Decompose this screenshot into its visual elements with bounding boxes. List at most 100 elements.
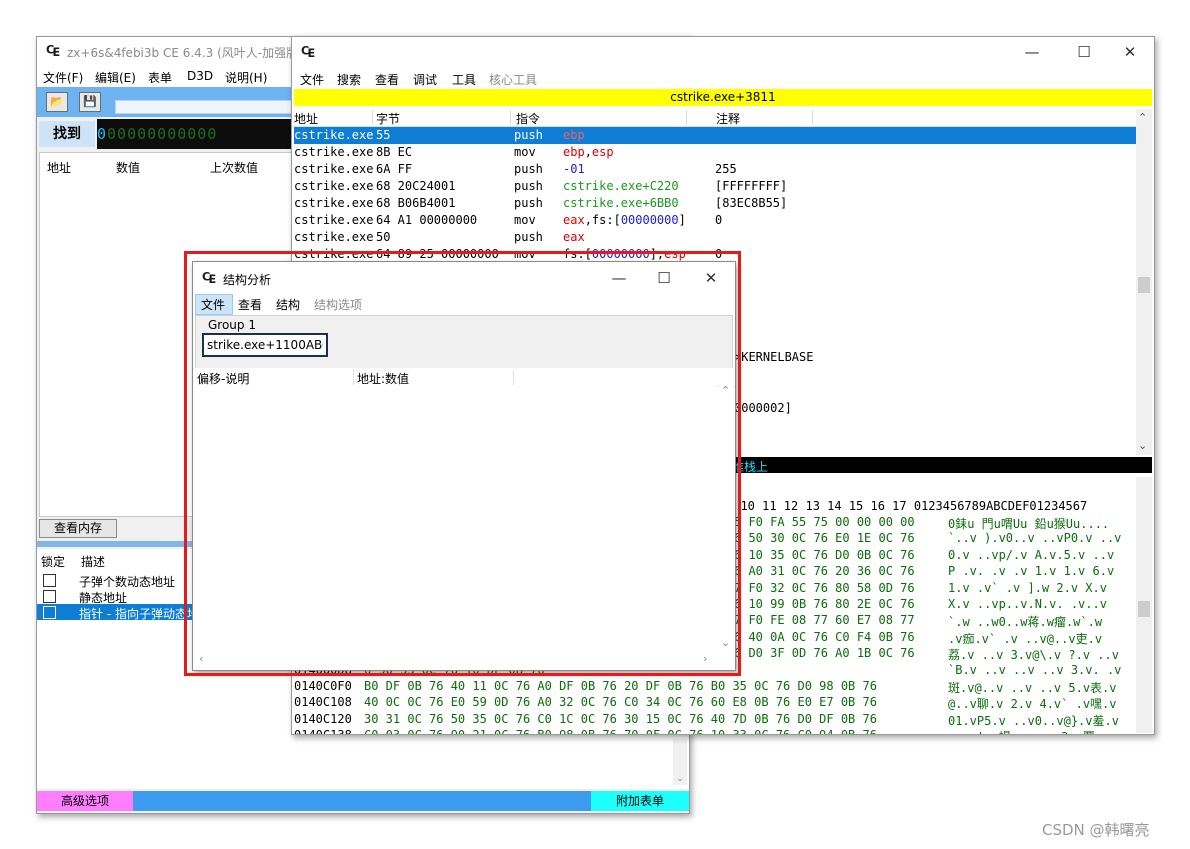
hex-row[interactable]: 0140C0F0 B0 DF 0B 76 40 11 0C 76 A0 DF 0B… (294, 679, 1138, 695)
menu-file[interactable]: 文件(F) (43, 69, 83, 86)
hex-header: F 10 11 12 13 14 15 16 17 0123456789ABCD… (726, 499, 1088, 513)
view-memory-button[interactable]: 查看内存 (39, 519, 117, 538)
list-header-previous-value[interactable]: 上次数值 (210, 159, 258, 176)
hex-address: 0140C0F0 (294, 679, 352, 693)
scroll-up-icon[interactable]: ⌃ (1138, 111, 1147, 124)
menu-debug[interactable]: 调试 (413, 71, 437, 88)
header-address[interactable]: 地址 (294, 110, 373, 126)
disassembly-row[interactable]: cstrike.exe 68 B06B4001 push cstrike.exe+6B… (294, 195, 1136, 212)
operand-token: ebp (563, 128, 585, 142)
row-address: cstrike.exe (294, 162, 374, 176)
header-instruction[interactable]: 指令 (516, 110, 687, 126)
hex-ascii: P .v. .v .v 1.v 1.v 6.v (948, 564, 1115, 579)
header-bytes[interactable]: 字节 (376, 110, 511, 126)
comment-partial: 0000002] (734, 401, 792, 415)
memory-viewer-menu-bar: 文件 搜索 查看 调试 工具 核心工具 (292, 67, 1154, 89)
menu-kernel-tools[interactable]: 核心工具 (489, 71, 537, 88)
disassembly-row[interactable]: cstrike.exe 8B EC mov ebp,esp (294, 144, 1136, 161)
status-bar: 高级选项 附加表单 (37, 791, 689, 811)
hex-ascii: 荔.v ..v 3.v@\.v ?.v ..v (948, 648, 1119, 663)
hex-bytes: 6 D0 3F 0D 76 A0 1B 0C 76 (734, 646, 915, 661)
hex-address: 0140C138 (294, 728, 352, 734)
row-bytes: 50 (376, 230, 391, 244)
hex-address: 0140C108 (294, 695, 352, 710)
hex-address: 0140C120 (294, 711, 352, 726)
disassembly-row[interactable]: cstrike.exe 55 push ebp (294, 127, 1136, 144)
row-opcode: push (514, 230, 543, 244)
disassembly-row[interactable]: cstrike.exe 64 A1 00000000 mov eax,fs:[0000… (294, 212, 1136, 229)
hex-ascii: 01.vP5.v ..v0..v@}.v羞.v (948, 713, 1119, 728)
disassembly-row[interactable]: cstrike.exe 6A FF push -01 255 (294, 161, 1136, 178)
row-operands: eax (563, 230, 585, 244)
row-bytes: 64 A1 00000000 (376, 213, 478, 227)
menu-view[interactable]: 查看 (375, 71, 399, 88)
hex-bytes: 6 10 35 0C 76 D0 0B 0C 76 (734, 547, 915, 562)
maximize-icon[interactable]: ☐ (1074, 43, 1094, 61)
menu-help[interactable]: 说明(H) (225, 69, 267, 86)
list-header-address[interactable]: 地址 (47, 159, 71, 176)
list-header-value[interactable]: 数值 (116, 159, 140, 176)
row-operands: eax,fs:[00000000] (563, 213, 686, 227)
table-extras-button[interactable]: 附加表单 (591, 791, 689, 811)
hex-bytes: 6 50 30 0C 76 E0 1E 0C 76 (734, 531, 915, 546)
row-operands: ebp (563, 128, 585, 142)
menu-tools[interactable]: 工具 (452, 71, 476, 88)
lock-checkbox[interactable] (43, 574, 56, 587)
disassembly-row[interactable]: cstrike.exe 50 push eax (294, 229, 1136, 246)
row-address: cstrike.exe (294, 230, 374, 244)
menu-d3d[interactable]: D3D (187, 69, 213, 83)
lock-checkbox[interactable] (43, 606, 56, 619)
table-header-lock[interactable]: 锁定 (41, 553, 65, 570)
hex-scroll-thumb[interactable] (1138, 601, 1150, 617)
progress-bar (115, 100, 317, 114)
operand-token: cstrike.exe+6BB0 (563, 196, 679, 210)
operand-token: ] (678, 213, 686, 227)
operand-token: -01 (563, 162, 585, 176)
row-bytes: 6A FF (376, 162, 413, 176)
hex-bytes: 40 0C 0C 76 E0 59 0D 76 A0 32 0C 76 C0 3… (364, 695, 877, 710)
found-label: 找到 (39, 121, 95, 147)
cheat-engine-logo-icon: ₠ (46, 42, 60, 60)
disassembly-scroll-thumb[interactable] (1138, 277, 1150, 293)
lock-checkbox[interactable] (43, 590, 56, 603)
hex-ascii: `B.v ..v ..v ..v 3.v. .v (948, 662, 1122, 677)
cheat-engine-logo-icon: ₠ (301, 43, 315, 61)
row-address: cstrike.exe (294, 179, 374, 193)
hex-row[interactable]: 0140C108 40 0C 0C 76 E0 59 0D 76 A0 32 0C… (294, 695, 1138, 711)
header-comment[interactable]: 注释 (716, 110, 813, 126)
comment-partial: >KERNELBASE (734, 350, 814, 364)
menu-table[interactable]: 表单 (148, 69, 172, 86)
row-opcode: push (514, 179, 543, 193)
operand-token: 00000000 (620, 213, 679, 227)
hex-row[interactable]: 0140C138 C0 03 0C 76 90 21 0C 76 B0 98 0B… (294, 728, 1138, 734)
folder-open-icon[interactable]: 📂 (46, 92, 68, 112)
operand-token: eax (563, 213, 585, 227)
advanced-options-button[interactable]: 高级选项 (37, 791, 133, 811)
scroll-down-icon[interactable]: ⌄ (1138, 439, 1147, 452)
menu-edit[interactable]: 编辑(E) (95, 69, 136, 86)
table-header-description[interactable]: 描述 (81, 553, 105, 570)
row-address: cstrike.exe (294, 145, 374, 159)
disassembly-row[interactable]: cstrike.exe 68 20C24001 push cstrike.exe+C2… (294, 178, 1136, 195)
highlight-annotation-box (184, 251, 741, 676)
row-opcode: mov (514, 213, 536, 227)
menu-search[interactable]: 搜索 (337, 71, 361, 88)
current-address-bar[interactable]: cstrike.exe+3811 (294, 89, 1152, 106)
minimize-icon[interactable]: — (1022, 43, 1042, 61)
row-bytes: 68 B06B4001 (376, 196, 456, 210)
hex-bytes: 6 40 0A 0C 76 C0 F4 0B 76 (734, 629, 915, 644)
floppy-save-icon[interactable]: 💾 (79, 92, 101, 112)
menu-file[interactable]: 文件 (300, 71, 324, 88)
hex-bytes: 7 F0 32 0C 76 80 58 0D 76 (734, 580, 915, 595)
hex-bytes: 5 F0 FA 55 75 00 00 00 00 (734, 515, 915, 529)
hex-ascii: 0銇u 門u喟Uu 鉛u猴Uu.... (948, 517, 1110, 531)
operand-token: , (584, 145, 592, 159)
row-opcode: push (514, 128, 543, 142)
table-scrollbar[interactable]: ⌄ (673, 739, 687, 785)
row-address: cstrike.exe (294, 196, 374, 210)
close-icon[interactable]: ✕ (1120, 43, 1140, 61)
hex-ascii: `.w ..w0..w蒋.w瘤.w`.w (948, 615, 1103, 630)
hex-row[interactable]: 0140C120 30 31 0C 76 50 35 0C 76 C0 1C 0C… (294, 712, 1138, 728)
hex-ascii: ..v.!.v幔.vp..v.3.v覆.v (948, 728, 1109, 734)
row-comment: 255 (715, 162, 737, 176)
